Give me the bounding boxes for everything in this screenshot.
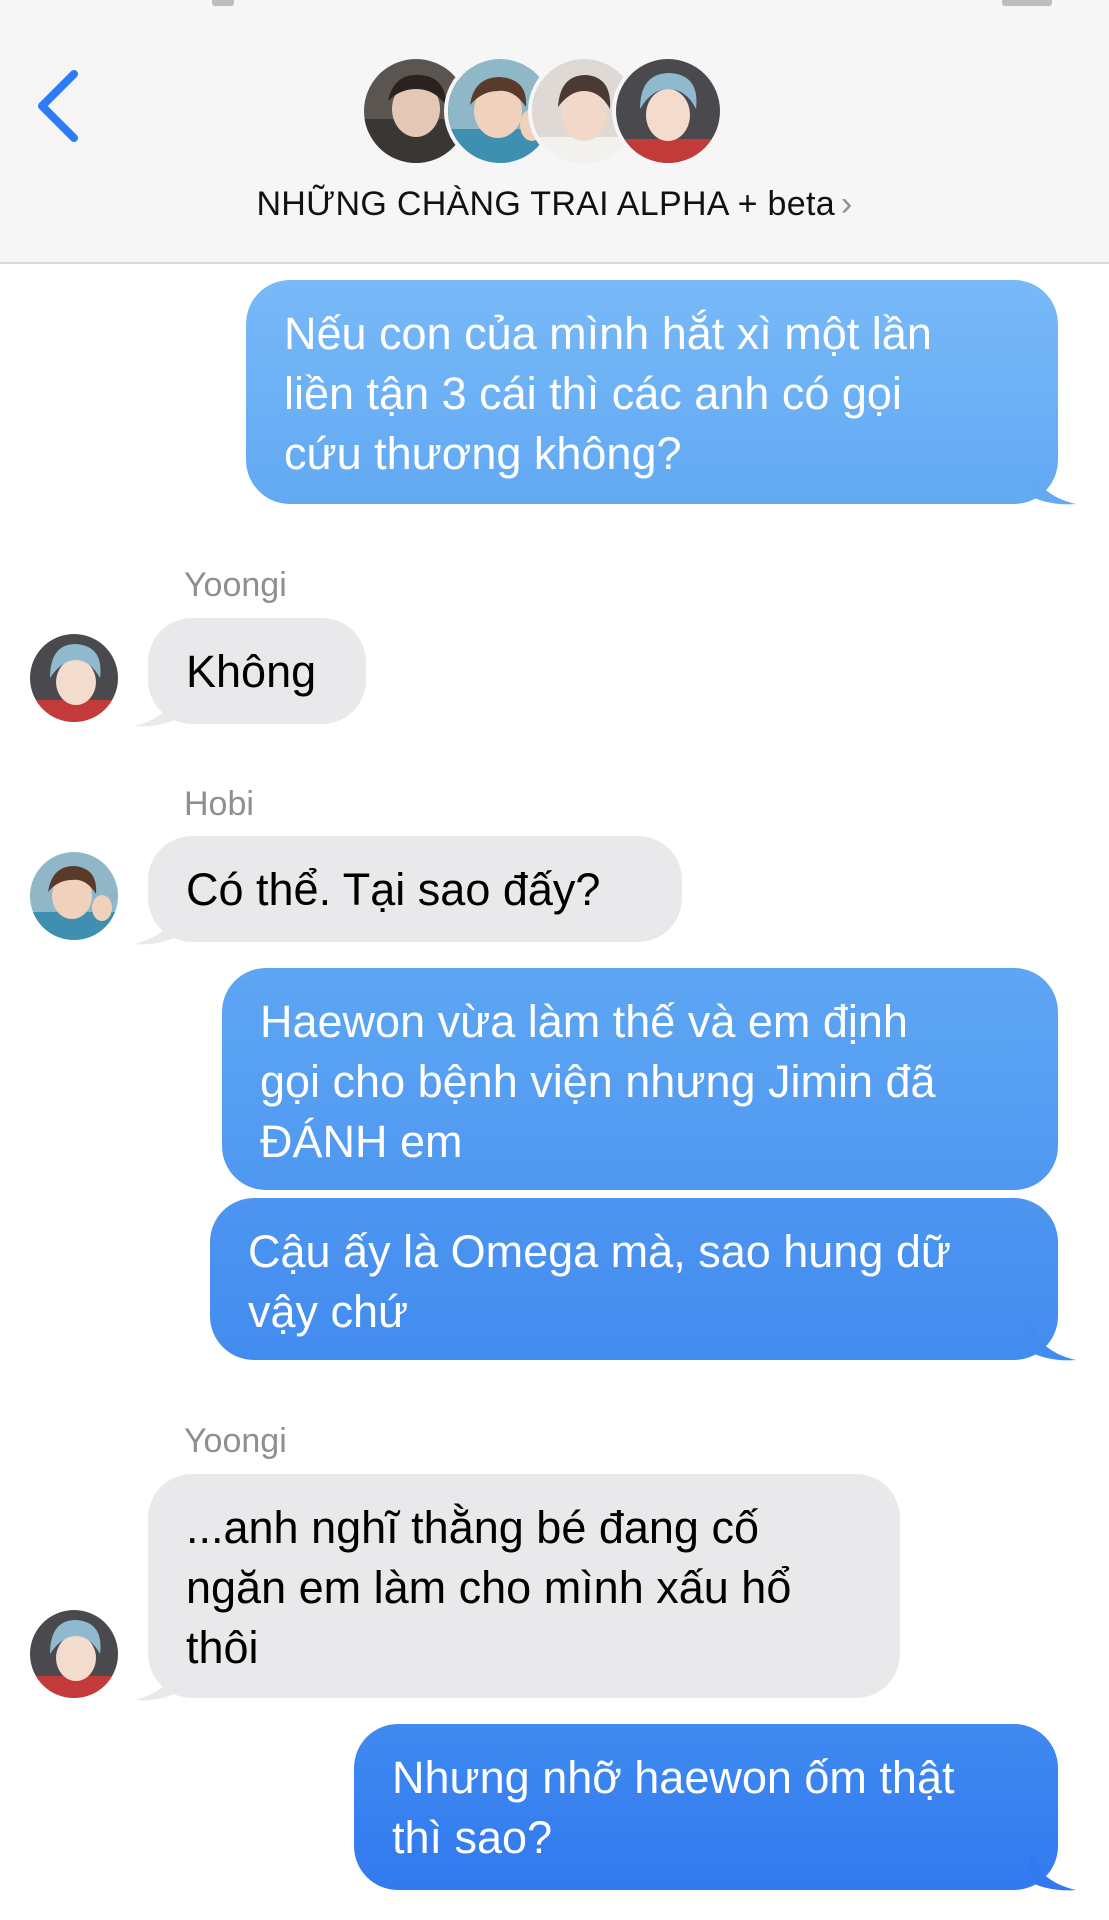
outgoing-message[interactable]: Nếu con của mình hắt xì một lần liền tận…	[246, 280, 1058, 504]
bubble-tail	[1030, 1322, 1076, 1361]
member-avatar	[612, 55, 724, 167]
bubble-tail	[134, 688, 178, 727]
sender-avatar-hobi	[30, 852, 118, 940]
group-avatars[interactable]	[360, 55, 750, 175]
chevron-left-icon	[38, 70, 78, 142]
bubble-tail	[134, 1662, 178, 1701]
chevron-right-icon: ›	[840, 185, 853, 223]
status-bar-fragment	[212, 0, 234, 6]
incoming-message[interactable]: ...anh nghĩ thằng bé đang cố ngăn em làm…	[148, 1474, 900, 1698]
sender-name: Yoongi	[184, 1422, 287, 1460]
conversation-header: NHỮNG CHÀNG TRAI ALPHA + beta ›	[0, 0, 1109, 264]
bubble-tail	[134, 906, 178, 945]
bubble-tail	[1030, 1852, 1076, 1891]
back-button[interactable]	[34, 68, 84, 144]
sender-avatar-yoongi	[30, 634, 118, 722]
group-name: NHỮNG CHÀNG TRAI ALPHA + beta	[256, 185, 835, 223]
sender-name: Hobi	[184, 785, 254, 823]
sender-name: Yoongi	[184, 566, 287, 604]
bubble-tail	[1030, 466, 1076, 505]
outgoing-message[interactable]: Nhưng nhỡ haewon ốm thật thì sao?	[354, 1724, 1058, 1890]
incoming-message[interactable]: Có thể. Tại sao đấy?	[148, 836, 682, 942]
incoming-message[interactable]: Không	[148, 618, 366, 724]
sender-avatar-yoongi	[30, 1610, 118, 1698]
group-name-button[interactable]: NHỮNG CHÀNG TRAI ALPHA + beta ›	[0, 185, 1109, 224]
status-bar-fragment	[1002, 0, 1052, 6]
outgoing-message[interactable]: Haewon vừa làm thế và em định gọi cho bệ…	[222, 968, 1058, 1190]
outgoing-message[interactable]: Cậu ấy là Omega mà, sao hung dữ vậy chứ	[210, 1198, 1058, 1360]
